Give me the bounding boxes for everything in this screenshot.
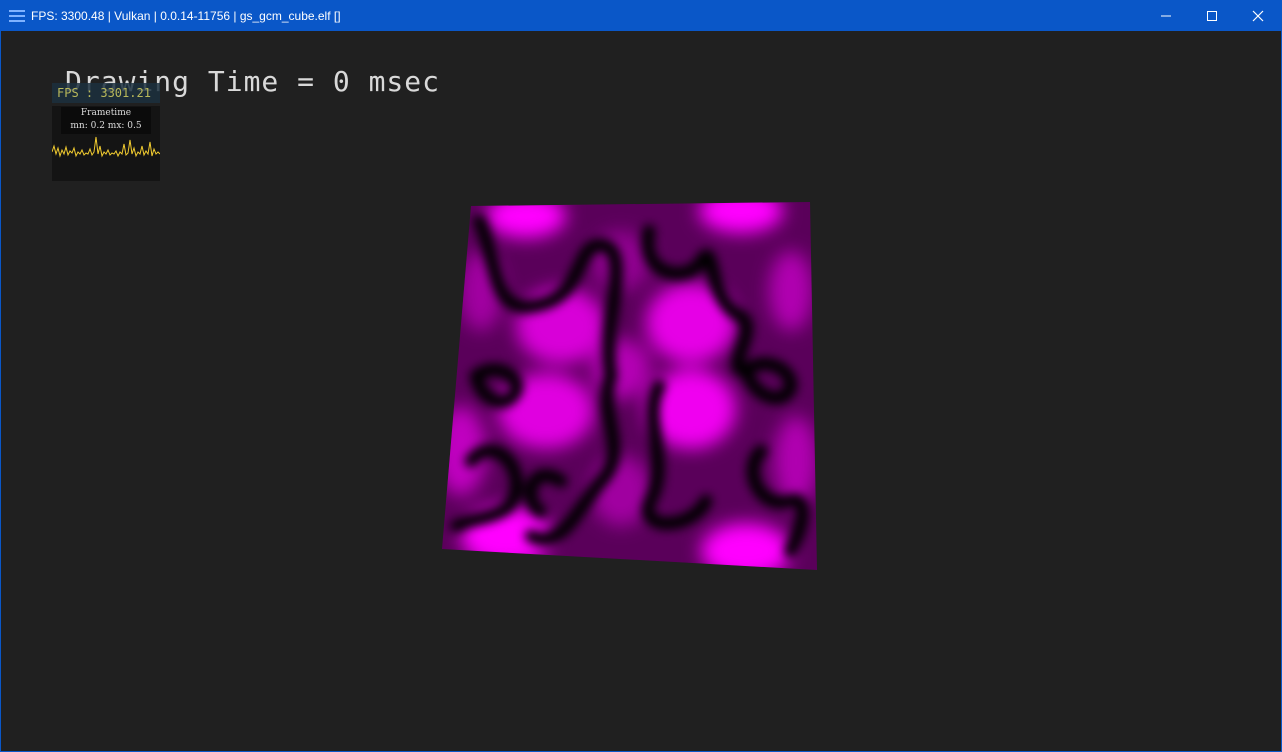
- render-viewport[interactable]: Drawing Time = 0 msec FPS : 3301.21 Fram…: [1, 31, 1281, 751]
- maximize-button[interactable]: [1189, 1, 1235, 31]
- close-button[interactable]: [1235, 1, 1281, 31]
- minimize-button[interactable]: [1143, 1, 1189, 31]
- app-icon[interactable]: [9, 10, 25, 22]
- window-title: FPS: 3300.48 | Vulkan | 0.0.14-11756 | g…: [31, 9, 341, 23]
- app-window: FPS: 3300.48 | Vulkan | 0.0.14-11756 | g…: [0, 0, 1282, 752]
- minimize-icon: [1161, 15, 1171, 17]
- frametime-minmax: mn: 0.2 mx: 0.5: [70, 121, 142, 131]
- frametime-graph: [52, 136, 160, 158]
- frametime-line: [52, 136, 160, 158]
- frametime-label: Frametime mn: 0.2 mx: 0.5: [61, 107, 151, 134]
- fps-counter: FPS : 3301.21: [52, 83, 160, 103]
- textured-quad: [442, 202, 817, 570]
- close-icon: [1252, 10, 1264, 22]
- title-bar[interactable]: FPS: 3300.48 | Vulkan | 0.0.14-11756 | g…: [1, 1, 1281, 31]
- maximize-icon: [1207, 11, 1217, 21]
- frametime-title: Frametime: [80, 108, 132, 118]
- frametime-panel: Frametime mn: 0.2 mx: 0.5: [52, 106, 160, 181]
